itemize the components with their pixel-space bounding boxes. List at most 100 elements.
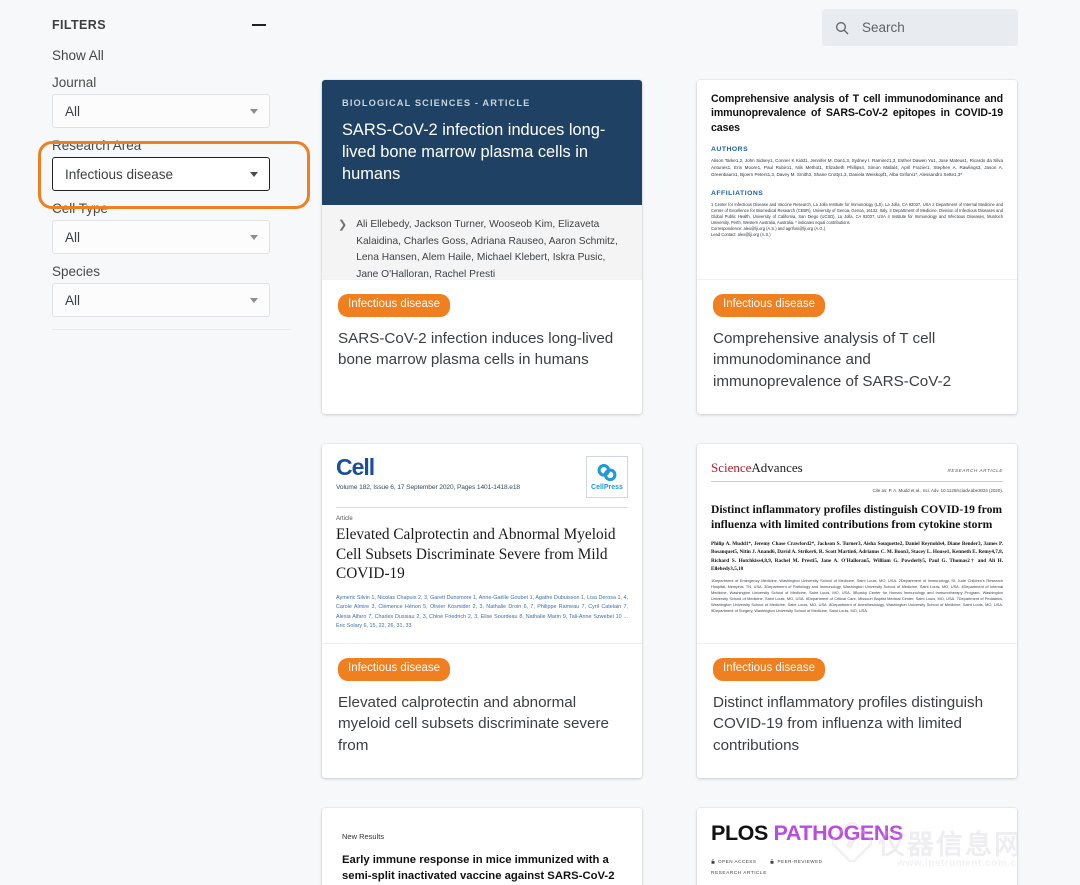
filter-group-journal: Journal All <box>52 75 270 128</box>
cell-rule <box>336 507 628 509</box>
logo-plos: PLOS <box>711 821 768 846</box>
minus-icon[interactable] <box>248 14 270 36</box>
open-access-badge: OPEN ACCESS <box>711 859 756 864</box>
paper-title: Distinct inflammatory profiles distingui… <box>711 503 1003 531</box>
cell-logo: Cell <box>336 454 375 481</box>
citation-line: Cite as: P. A. Mudd et al., Sci. Adv. 10… <box>872 488 1004 494</box>
logo-pathogens: PATHOGENS <box>773 821 904 846</box>
paper-authors: Alison Tarke1,2, John Sidney1, Conner K … <box>711 157 1003 177</box>
status-badge[interactable]: Infectious disease <box>713 294 826 317</box>
select-species-value: All <box>65 292 81 308</box>
show-all-link[interactable]: Show All <box>52 48 270 63</box>
paper-title: Comprehensive analysis of T cell immunod… <box>711 93 1003 134</box>
card-body: Infectious disease SARS-CoV-2 infection … <box>322 280 642 398</box>
select-species[interactable]: All <box>52 283 270 317</box>
chevron-down-icon <box>250 109 258 114</box>
search-placeholder: Search <box>862 20 905 35</box>
results-grid: BIOLOGICAL SCIENCES - ARTICLE SARS-CoV-2… <box>322 80 1022 885</box>
select-cell-type-value: All <box>65 229 81 245</box>
article-type-label: RESEARCH ARTICLE <box>711 871 767 877</box>
card-title: Comprehensive analysis of T cell immunod… <box>713 329 952 390</box>
sidebar-divider <box>52 329 290 330</box>
chevron-down-icon <box>250 172 258 177</box>
banner-title: SARS-CoV-2 infection induces long-lived … <box>342 121 606 183</box>
filter-group-cell-type: Cell Type All <box>52 201 270 254</box>
select-journal[interactable]: All <box>52 94 270 128</box>
chevron-right-icon: ❯ <box>338 219 348 232</box>
card-thumbnail: ScienceAdvances RESEARCH ARTICLE Cite as… <box>697 444 1017 645</box>
filters-header: FILTERS <box>52 12 270 38</box>
filter-label-species: Species <box>52 264 101 279</box>
cell-kicker: Article <box>336 516 353 523</box>
peer-reviewed-label: PEER-REVIEWED <box>777 859 823 865</box>
logo-science: Science <box>711 460 752 476</box>
status-badge[interactable]: Infectious disease <box>338 658 451 681</box>
plos-preview: PLOS PATHOGENS OPEN ACCESS PEER-REVIEWED… <box>697 808 1017 885</box>
lock-icon <box>770 859 774 865</box>
card-thumbnail: PLOS PATHOGENS OPEN ACCESS PEER-REVIEWED… <box>697 808 1017 885</box>
plos-badges: OPEN ACCESS PEER-REVIEWED <box>711 859 1003 864</box>
status-badge[interactable]: Infectious disease <box>338 294 451 317</box>
select-cell-type[interactable]: All <box>52 220 270 254</box>
card-title: Elevated calprotectin and abnormal myelo… <box>338 693 609 754</box>
result-card[interactable]: ScienceAdvances RESEARCH ARTICLE Cite as… <box>697 444 1017 779</box>
biorxiv-preview: New Results Early immune response in mic… <box>322 808 642 885</box>
science-advances-logo: ScienceAdvances <box>711 460 803 476</box>
select-research-area[interactable]: Infectious disease <box>52 157 270 191</box>
affiliations-heading: AFFILIATIONS <box>711 189 764 197</box>
chevron-down-icon <box>250 235 258 240</box>
filter-group-research-area: Research Area Infectious disease <box>52 138 270 191</box>
cellpress-text: CellPress <box>591 484 623 492</box>
science-advances-preview: ScienceAdvances RESEARCH ARTICLE Cite as… <box>697 444 1017 614</box>
paper-affiliations: 1 Center for Infectious Disease and Vacc… <box>711 201 1003 226</box>
select-journal-value: All <box>65 103 81 119</box>
chevron-down-icon <box>250 298 258 303</box>
plos-logo: PLOS PATHOGENS <box>711 821 1003 846</box>
logo-advances: Advances <box>751 460 803 476</box>
cellpress-logo: CellPress <box>586 456 628 499</box>
article-type-label: RESEARCH ARTICLE <box>947 468 1003 474</box>
card-thumbnail: Cell Volume 182, Issue 6, 17 September 2… <box>322 444 642 645</box>
card-body: Infectious disease Distinct inflammatory… <box>697 644 1017 778</box>
paper-affiliations: 1Department of Emergency Medicine, Washi… <box>711 578 1003 614</box>
result-card[interactable]: New Results Early immune response in mic… <box>322 808 642 885</box>
card-thumbnail: New Results Early immune response in mic… <box>322 808 642 885</box>
card-body: Infectious disease Elevated calprotectin… <box>322 644 642 778</box>
paper-authors: Aymeric Silvin 1, Nicolas Chapuis 2, 3, … <box>336 595 628 629</box>
filter-group-species: Species All <box>52 264 270 317</box>
card-thumbnail: Comprehensive analysis of T cell immunod… <box>697 80 1017 280</box>
result-card[interactable]: BIOLOGICAL SCIENCES - ARTICLE SARS-CoV-2… <box>322 80 642 415</box>
cell-journal-header: Cell Volume 182, Issue 6, 17 September 2… <box>322 444 642 499</box>
card-title: Distinct inflammatory profiles distingui… <box>713 693 984 754</box>
filters-sidebar: FILTERS Show All Journal All Research Ar… <box>0 0 300 885</box>
sa-rule <box>711 481 1003 483</box>
card-body: Infectious disease Comprehensive analysi… <box>697 280 1017 414</box>
banner-kicker: BIOLOGICAL SCIENCES - ARTICLE <box>342 98 531 108</box>
filters-title: FILTERS <box>52 18 106 32</box>
pnas-banner: BIOLOGICAL SCIENCES - ARTICLE SARS-CoV-2… <box>322 80 642 206</box>
paper-lead-contact: Lead Contact: alex@lji.org (A.S.) <box>711 232 771 238</box>
card-title: SARS-CoV-2 infection induces long-lived … <box>338 329 614 369</box>
lock-icon <box>711 859 715 865</box>
filter-label-journal: Journal <box>52 75 97 90</box>
result-card[interactable]: Comprehensive analysis of T cell immunod… <box>697 80 1017 415</box>
peer-reviewed-badge: PEER-REVIEWED <box>770 859 822 864</box>
filter-label-cell-type: Cell Type <box>52 201 109 216</box>
banner-authors-row: ❯ Ali Ellebedy, Jackson Turner, Wooseob … <box>322 205 642 279</box>
open-access-label: OPEN ACCESS <box>718 859 757 865</box>
card-thumbnail: BIOLOGICAL SCIENCES - ARTICLE SARS-CoV-2… <box>322 80 642 280</box>
paper-preview: Comprehensive analysis of T cell immunod… <box>697 80 1017 279</box>
filter-label-research-area: Research Area <box>52 138 142 153</box>
new-results-kicker: New Results <box>342 832 385 842</box>
cellpress-mark-icon <box>597 464 617 482</box>
paper-title: Elevated Calprotectin and Abnormal Myelo… <box>336 526 616 582</box>
paper-authors: Philip A. Mudd1*, Jeremy Chase Crawford2… <box>711 540 1003 572</box>
search-icon <box>836 21 849 34</box>
select-research-area-value: Infectious disease <box>65 166 174 182</box>
authors-heading: AUTHORS <box>711 145 749 153</box>
search-input[interactable]: Search <box>822 9 1018 46</box>
result-card[interactable]: PLOS PATHOGENS OPEN ACCESS PEER-REVIEWED… <box>697 808 1017 885</box>
status-badge[interactable]: Infectious disease <box>713 658 826 681</box>
result-card[interactable]: Cell Volume 182, Issue 6, 17 September 2… <box>322 444 642 779</box>
cell-volume-line: Volume 182, Issue 6, 17 September 2020, … <box>336 484 520 492</box>
